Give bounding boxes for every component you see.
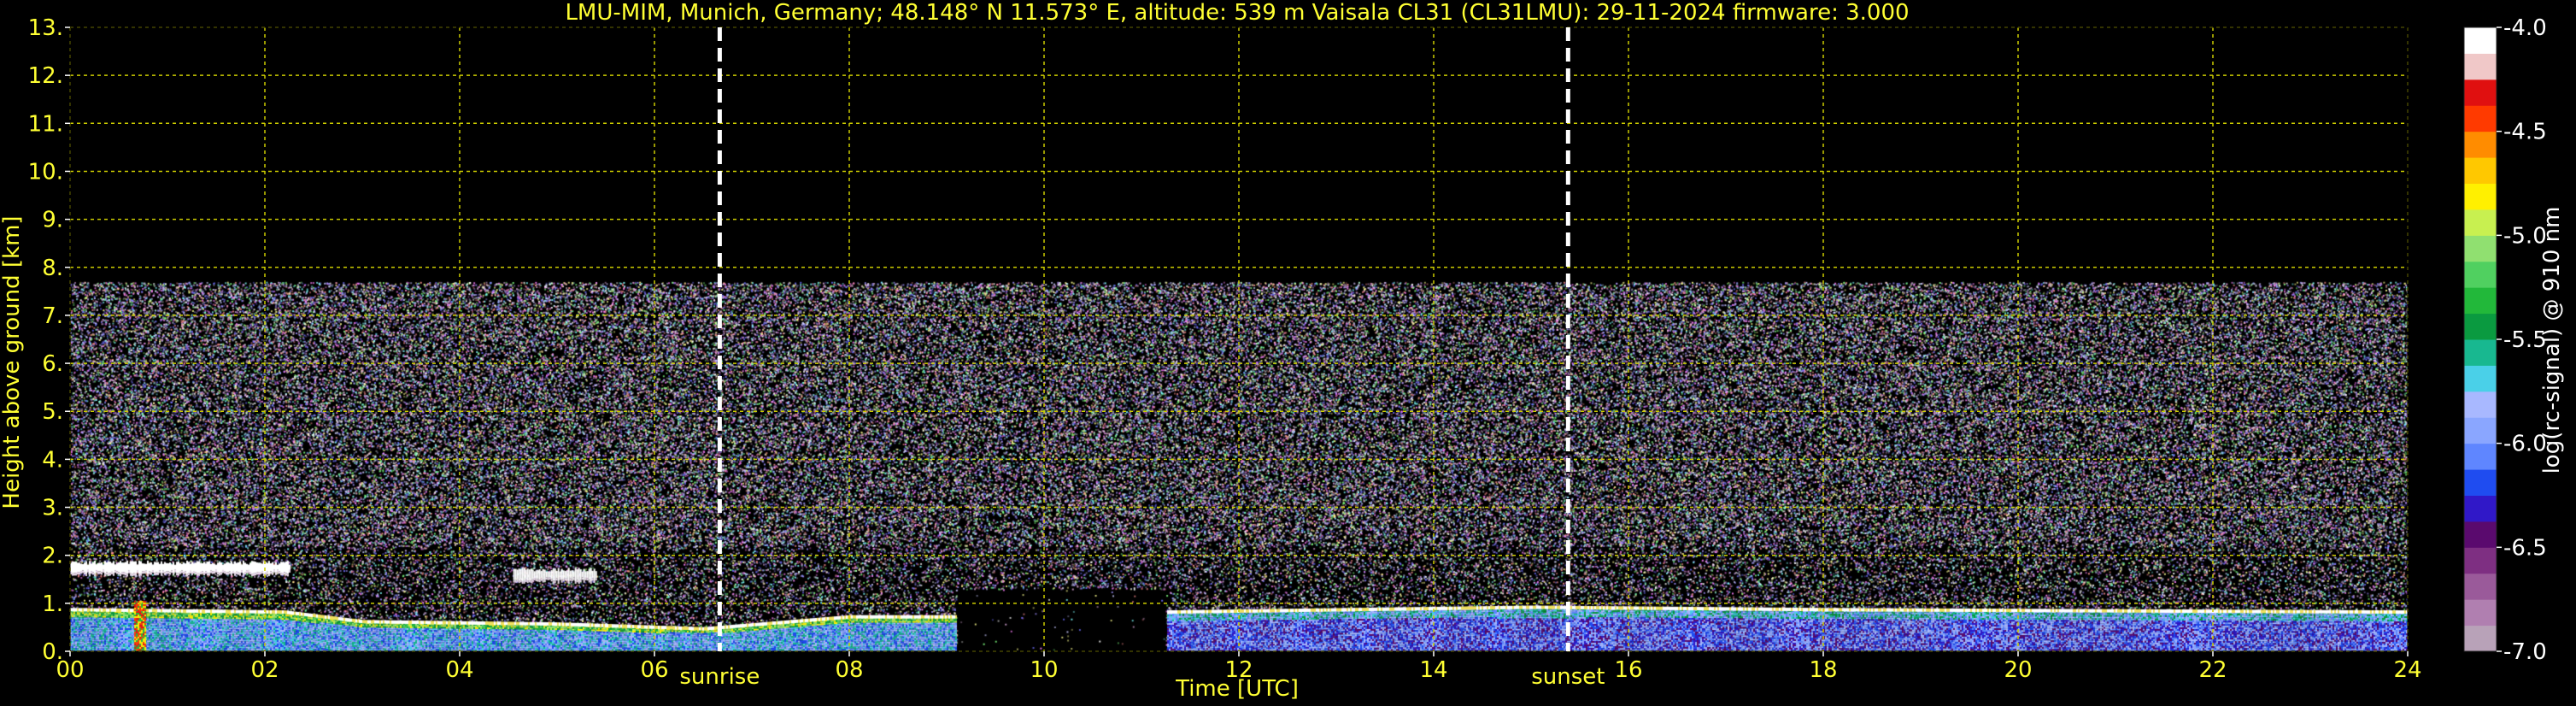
y-tick-label: 13.: [28, 15, 63, 41]
y-tick-label: 3.: [42, 496, 63, 521]
y-tick-label: 5.: [42, 399, 63, 425]
colorbar-segment: [2464, 469, 2497, 496]
colorbar-segment: [2464, 209, 2497, 236]
y-tick-label: 6.: [42, 351, 63, 377]
x-tick-label: 22: [2198, 657, 2227, 683]
x-tick-label: 24: [2393, 657, 2421, 683]
colorbar-tick-label: -6.5: [2503, 535, 2547, 561]
colorbar-label: log(rc-signal) @ 910 nm: [2539, 207, 2565, 474]
colorbar-segment: [2464, 105, 2497, 132]
colorbar-segment: [2464, 79, 2497, 106]
backscatter-field: [70, 27, 2408, 651]
colorbar-segment: [2464, 287, 2497, 315]
colorbar-segment: [2464, 495, 2497, 522]
colorbar-segment: [2464, 417, 2497, 444]
y-tick-label: 12.: [28, 63, 63, 89]
colorbar-segment: [2464, 625, 2497, 652]
y-tick-label: 1.: [42, 591, 63, 617]
y-tick-label: 9.: [42, 208, 63, 233]
y-tick-label: 8.: [42, 256, 63, 281]
colorbar-segment: [2464, 131, 2497, 158]
y-tick-label: 11.: [28, 111, 63, 137]
x-tick-label: 02: [250, 657, 279, 683]
x-tick-label: 14: [1419, 657, 1447, 683]
colorbar-segment: [2464, 547, 2497, 574]
colorbar-segment: [2464, 521, 2497, 548]
colorbar-segment: [2464, 157, 2497, 184]
colorbar-segment: [2464, 53, 2497, 80]
colorbar-segment: [2464, 365, 2497, 392]
colorbar-segment: [2464, 443, 2497, 470]
colorbar-tick-label: -7.0: [2503, 639, 2547, 665]
x-tick-label: 20: [2004, 657, 2032, 683]
y-tick-label: 2.: [42, 544, 63, 569]
colorbar-segment: [2464, 27, 2497, 54]
colorbar-segment: [2464, 313, 2497, 340]
chart-title: LMU-MIM, Munich, Germany; 48.148° N 11.5…: [565, 0, 1909, 26]
y-tick-label: 7.: [42, 303, 63, 329]
x-tick-label: 04: [445, 657, 473, 683]
sunset-label: sunset: [1531, 664, 1605, 690]
x-tick-label: 10: [1030, 657, 1058, 683]
colorbar-segment: [2464, 235, 2497, 262]
ceilometer-backscatter-chart: LMU-MIM, Munich, Germany; 48.148° N 11.5…: [0, 0, 2576, 706]
colorbar-segment: [2464, 391, 2497, 418]
x-tick-label: 08: [835, 657, 863, 683]
sunrise-label: sunrise: [679, 664, 760, 690]
colorbar-tick-label: -4.5: [2503, 120, 2547, 145]
y-tick-label: 10.: [28, 159, 63, 185]
x-tick-label: 06: [640, 657, 668, 683]
x-axis-label: Time [UTC]: [1175, 676, 1299, 702]
y-tick-label: 0.: [42, 639, 63, 665]
colorbar-segment: [2464, 261, 2497, 288]
y-tick-label: 4.: [42, 447, 63, 473]
colorbar-tick-label: -4.0: [2503, 15, 2547, 41]
colorbar-segment: [2464, 183, 2497, 210]
y-axis-label: Height above ground [km]: [0, 215, 25, 509]
colorbar-segment: [2464, 599, 2497, 627]
colorbar-segment: [2464, 339, 2497, 366]
x-tick-label: 18: [1809, 657, 1837, 683]
x-tick-label: 16: [1614, 657, 1642, 683]
colorbar-segment: [2464, 573, 2497, 600]
plot-area: [69, 26, 2409, 652]
